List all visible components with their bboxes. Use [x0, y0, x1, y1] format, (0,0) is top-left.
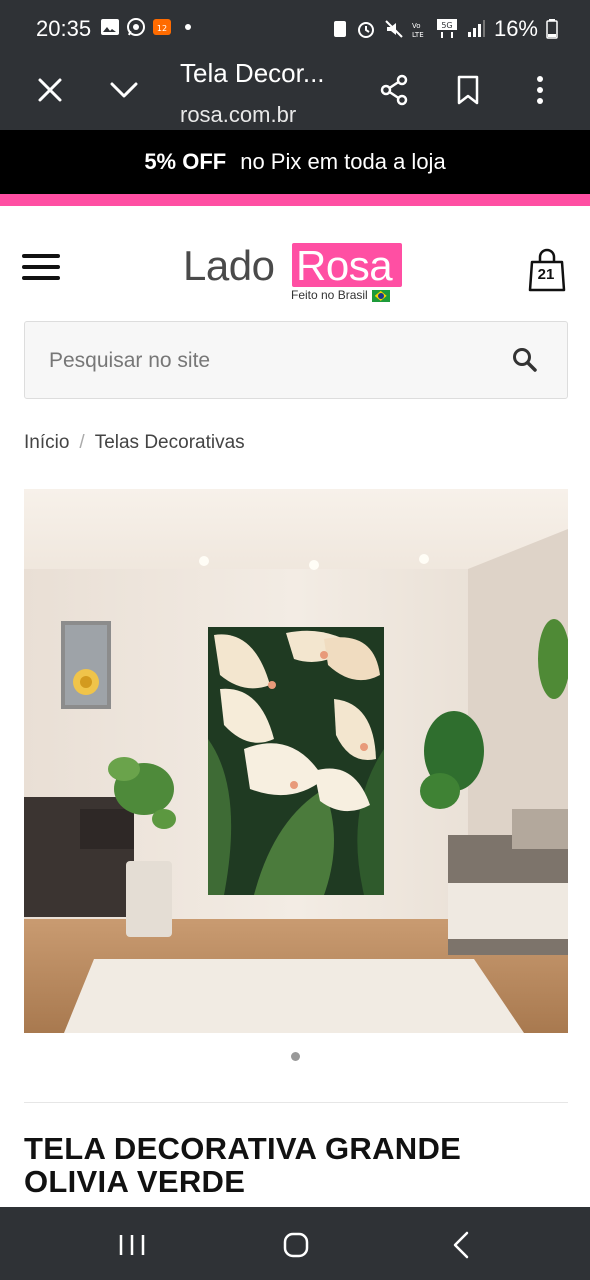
status-right: Vo LTE 5G 16% [332, 16, 558, 42]
bookmark-button[interactable] [446, 68, 490, 112]
status-time: 20:35 [36, 16, 92, 41]
bookmark-icon [457, 75, 479, 105]
system-nav-bar [0, 1207, 590, 1280]
logo-tagline: Feito no Brasil [291, 288, 390, 302]
5g-icon: 5G [436, 19, 457, 38]
share-icon [380, 74, 408, 106]
accent-bar [0, 194, 590, 206]
mute-icon [385, 20, 403, 38]
minimize-button[interactable] [102, 68, 146, 112]
svg-text:5G: 5G [441, 21, 452, 30]
search-box [24, 321, 568, 399]
brand-logo[interactable]: Lado Rosa Feito no Brasil [183, 240, 403, 306]
chevron-down-icon [110, 82, 138, 98]
menu-line [22, 265, 60, 269]
svg-text:LTE: LTE [412, 31, 424, 39]
status-bar: 20:35 12 Vo LTE 5G 16% [0, 0, 590, 58]
tagline-text: Feito no Brasil [291, 288, 368, 302]
more-vert-icon [537, 76, 543, 104]
dot-icon [185, 24, 191, 30]
logo-lado-text: Lado [183, 242, 275, 289]
menu-line [22, 276, 60, 280]
page-title: Tela Decor... [180, 58, 325, 88]
recent-apps-icon[interactable] [112, 1225, 152, 1265]
breadcrumb-current[interactable]: Telas Decorativas [95, 432, 245, 454]
alarm-icon [357, 22, 374, 38]
product-title: TELA DECORATIVA GRANDE OLIVIA VERDE [24, 1131, 462, 1199]
logo-rosa-text: Rosa [296, 242, 393, 289]
section-divider [24, 1102, 568, 1103]
battery-icon [546, 19, 558, 39]
menu-line [22, 254, 60, 258]
more-options-button[interactable] [518, 68, 562, 112]
breadcrumb-separator: / [79, 432, 85, 453]
product-photo [24, 489, 568, 1033]
brazil-flag-icon [371, 289, 390, 302]
promo-text: no Pix em toda a loja [240, 149, 446, 174]
close-icon [38, 78, 62, 102]
svg-text:Vo: Vo [412, 22, 421, 30]
cart-button[interactable]: 21 [528, 248, 568, 292]
promo-discount: 5% OFF [144, 149, 227, 174]
search-input[interactable] [49, 342, 489, 380]
breadcrumb-home[interactable]: Início [24, 432, 69, 454]
whatsapp-icon [127, 18, 145, 36]
vibrate-icon [333, 21, 346, 37]
signal-icon [467, 20, 485, 37]
search-icon[interactable] [511, 346, 539, 374]
back-icon[interactable] [442, 1225, 482, 1265]
carousel-dot[interactable] [291, 1052, 300, 1061]
cart-count: 21 [537, 266, 555, 283]
home-icon[interactable] [276, 1225, 316, 1265]
battery-percent: 16% [493, 16, 538, 41]
browser-toolbar: Tela Decor... rosa.com.br [0, 58, 590, 130]
share-button[interactable] [372, 68, 416, 112]
page-url[interactable]: rosa.com.br [180, 102, 296, 128]
breadcrumb: Início / Telas Decorativas [24, 432, 245, 454]
close-tab-button[interactable] [28, 68, 72, 112]
svg-text:12: 12 [157, 24, 167, 33]
shopee-icon: 12 [153, 19, 171, 35]
notification-icons: 12 [100, 17, 198, 37]
promo-banner: 5% OFF no Pix em toda a loja [0, 130, 590, 194]
product-image[interactable] [24, 489, 568, 1033]
gallery-icon [101, 19, 119, 35]
volte-icon: VoLTE [412, 22, 424, 39]
hamburger-menu-button[interactable] [22, 254, 60, 286]
